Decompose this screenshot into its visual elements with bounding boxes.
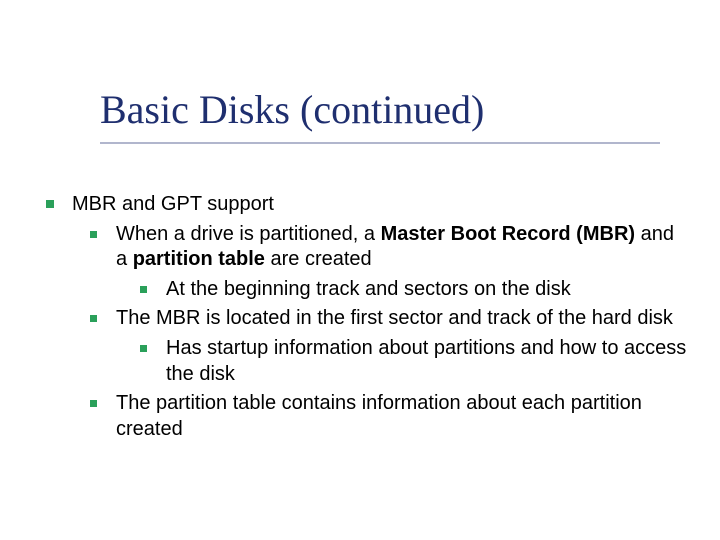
square-bullet-icon — [140, 286, 147, 293]
bullet-list-level-3: Has startup information about partitions… — [140, 336, 690, 387]
list-item: Has startup information about partitions… — [140, 336, 690, 387]
title-underline — [100, 142, 660, 144]
square-bullet-icon — [140, 345, 147, 352]
slide-body: MBR and GPT support When a drive is part… — [46, 192, 690, 446]
list-item-text: The partition table contains information… — [116, 392, 642, 440]
square-bullet-icon — [90, 315, 97, 322]
list-item-text: MBR and GPT support — [72, 193, 274, 215]
text-run: are created — [265, 248, 372, 270]
list-item: At the beginning track and sectors on th… — [140, 277, 690, 303]
square-bullet-icon — [90, 400, 97, 407]
list-item: The MBR is located in the first sector a… — [90, 306, 690, 387]
text-run-bold: Master Boot Record (MBR) — [381, 223, 635, 245]
list-item-text: At the beginning track and sectors on th… — [166, 278, 571, 300]
square-bullet-icon — [90, 231, 97, 238]
square-bullet-icon — [46, 200, 54, 208]
list-item: When a drive is partitioned, a Master Bo… — [90, 222, 690, 303]
bullet-list-level-3: At the beginning track and sectors on th… — [140, 277, 690, 303]
text-run: When a drive is partitioned, a — [116, 223, 381, 245]
list-item-text: Has startup information about partitions… — [166, 337, 686, 385]
slide-title: Basic Disks (continued) — [100, 88, 680, 132]
list-item: The partition table contains information… — [90, 391, 690, 442]
list-item-text: The MBR is located in the first sector a… — [116, 307, 673, 329]
bullet-list-level-2: When a drive is partitioned, a Master Bo… — [90, 222, 690, 443]
list-item-text: When a drive is partitioned, a Master Bo… — [116, 223, 674, 271]
bullet-list-level-1: MBR and GPT support When a drive is part… — [46, 192, 690, 442]
slide: Basic Disks (continued) MBR and GPT supp… — [0, 0, 720, 540]
text-run-bold: partition table — [133, 248, 265, 270]
title-area: Basic Disks (continued) — [100, 88, 680, 144]
list-item: MBR and GPT support When a drive is part… — [46, 192, 690, 442]
